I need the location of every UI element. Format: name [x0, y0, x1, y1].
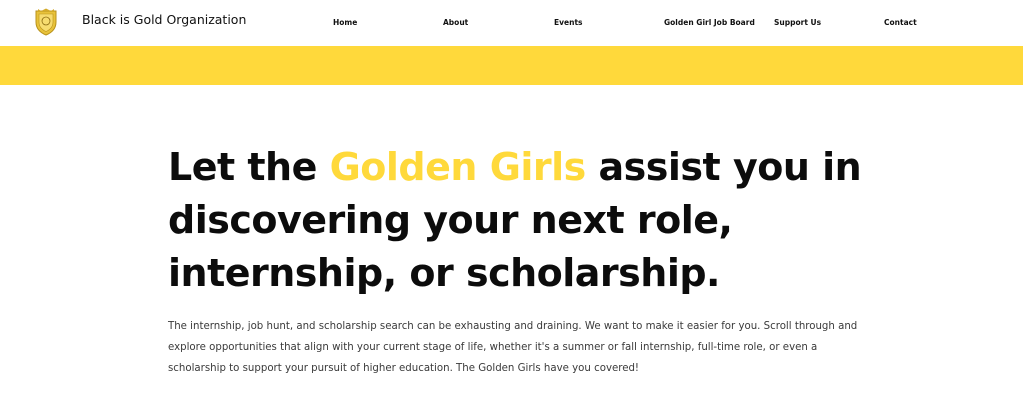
nav-item-about[interactable]: About: [443, 18, 468, 27]
headline-accent-golden-girls: Golden Girls: [329, 145, 587, 189]
nav-item-contact[interactable]: Contact: [884, 18, 917, 27]
hero-intro-paragraph: The internship, job hunt, and scholarshi…: [168, 321, 858, 374]
nav-item-events[interactable]: Events: [554, 18, 583, 27]
nav-item-support-us[interactable]: Support Us: [774, 18, 821, 27]
site-brand-name[interactable]: Black is Gold Organization: [82, 12, 246, 27]
hero-headline: Let the Golden Girls assist you in disco…: [168, 141, 948, 300]
gold-banner-strip: [0, 46, 1023, 85]
headline-text-start: Let the: [168, 145, 330, 189]
gold-crest-logo-icon[interactable]: [33, 8, 59, 36]
site-header: Black is Gold Organization Home About Ev…: [0, 0, 1023, 46]
nav-item-home[interactable]: Home: [333, 18, 357, 27]
nav-item-job-board[interactable]: Golden Girl Job Board: [664, 18, 755, 27]
